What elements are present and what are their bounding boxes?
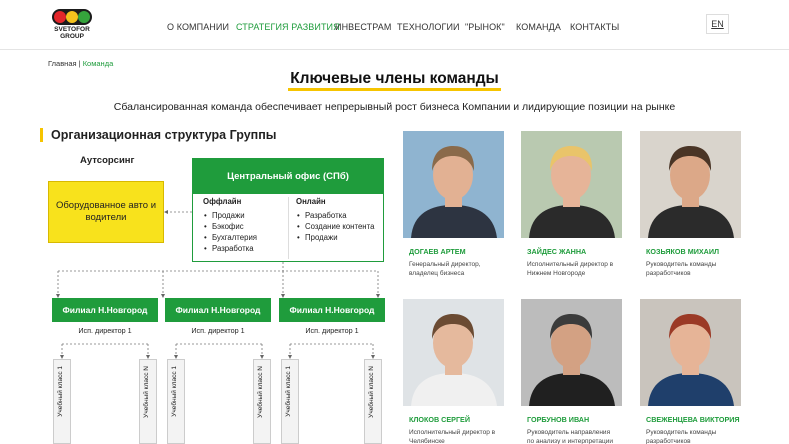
branch-director: Исп. директор 1: [305, 326, 359, 335]
header: SVETOFOR GROUP О КОМПАНИИ СТРАТЕГИЯ РАЗВ…: [0, 0, 789, 50]
central-office-title: Центральный офис (СПб): [193, 159, 383, 194]
column-divider: [288, 197, 289, 259]
branch-box: Филиал Н.Новгород: [52, 298, 158, 322]
team-member-role: Руководитель направления по анализу и ин…: [527, 429, 613, 444]
nav-team[interactable]: КОМАНДА: [516, 22, 561, 32]
class-box: Учебный класс 1: [53, 359, 71, 444]
team-member-photo[interactable]: [640, 299, 741, 406]
outsourcing-box-text: Оборудованное авто и водители: [55, 200, 157, 223]
team-member-name: СВЕЖЕНЦЕВА ВИКТОРИЯ: [646, 415, 740, 424]
team-member-name: ДОГАЕВ АРТЕМ: [409, 247, 466, 256]
offline-item: Бэкофис: [203, 221, 257, 232]
offline-item: Бухгалтерия: [203, 232, 257, 243]
team-member-photo[interactable]: [521, 299, 622, 406]
logo-text-line2: GROUP: [60, 33, 84, 40]
outsourcing-label: Аутсорсинг: [80, 155, 135, 166]
nav-contacts[interactable]: КОНТАКТЫ: [570, 22, 619, 32]
branch-director: Исп. директор 1: [191, 326, 245, 335]
nav-market[interactable]: "РЫНОК": [465, 22, 505, 32]
nav-strategy[interactable]: СТРАТЕГИЯ РАЗВИТИЯ: [236, 22, 340, 32]
team-member-card[interactable]: КЛОКОВ СЕРГЕЙ Исполнительный директор в Ч…: [403, 299, 504, 444]
breadcrumb-current: Команда: [82, 59, 114, 68]
team-member-role: Руководитель команды разработчиков: [646, 429, 717, 444]
nav-investors[interactable]: ИНВЕСТРАМ: [335, 22, 391, 32]
offline-column: Оффлайн Продажи Бэкофис Бухгалтерия Разр…: [203, 197, 257, 254]
branch-director: Исп. директор 1: [78, 326, 132, 335]
online-item: Создание контента: [296, 221, 378, 232]
central-office-box: Центральный офис (СПб) Оффлайн Продажи Б…: [192, 158, 384, 262]
offline-item: Разработка: [203, 243, 257, 254]
class-box: Учебный класс N: [139, 359, 157, 444]
online-column: Онлайн Разработка Создание контента Прод…: [296, 197, 378, 243]
team-member-role: Генеральный директор, владелец бизнеса: [409, 261, 481, 277]
class-box: Учебный класс 1: [167, 359, 185, 444]
team-member-card[interactable]: ЗАЙДЕС ЖАННА Исполнительный директор в Ни…: [521, 131, 622, 289]
team-member-role: Руководитель команды разработчиков: [646, 261, 717, 277]
branch-box: Филиал Н.Новгород: [165, 298, 271, 322]
outsourcing-box: Оборудованное авто и водители: [48, 181, 164, 243]
team-member-role: Исполнительный директор в Челябинске: [409, 429, 496, 444]
breadcrumb-separator: |: [78, 59, 81, 68]
online-item: Разработка: [296, 210, 378, 221]
team-member-card[interactable]: ДОГАЕВ АРТЕМ Генеральный директор, владел…: [403, 131, 504, 289]
traffic-light-icon: [52, 9, 92, 25]
offline-title: Оффлайн: [203, 197, 242, 206]
page-subtitle: Сбалансированная команда обеспечивает не…: [113, 101, 676, 113]
org-structure-title: Организационная структура Группы: [40, 128, 276, 142]
svetofor-logo[interactable]: SVETOFOR GROUP: [48, 9, 94, 45]
team-member-card[interactable]: СВЕЖЕНЦЕВА ВИКТОРИЯ Руководитель команды …: [640, 299, 741, 444]
team-member-name: ГОРБУНОВ ИВАН: [527, 415, 590, 424]
team-member-card[interactable]: ГОРБУНОВ ИВАН Руководитель направления по…: [521, 299, 622, 444]
team-member-photo[interactable]: [521, 131, 622, 238]
team-member-card[interactable]: КОЗЬЯКОВ МИХАИЛ Руководитель команды разр…: [640, 131, 741, 289]
team-member-photo[interactable]: [403, 131, 504, 238]
team-member-name: КОЗЬЯКОВ МИХАИЛ: [646, 247, 720, 256]
nav-technologies[interactable]: ТЕХНОЛОГИИ: [397, 22, 460, 32]
team-member-role: Исполнительный директор в Нижнем Новгоро…: [527, 261, 614, 277]
logo-text-line1: SVETOFOR: [54, 26, 90, 33]
nav-about[interactable]: О КОМПАНИИ: [167, 22, 229, 32]
language-switch-button[interactable]: EN: [706, 14, 729, 34]
class-box: Учебный класс 1: [281, 359, 299, 444]
page-title-wrap: Ключевые члены команды: [0, 70, 789, 91]
online-title: Онлайн: [296, 197, 326, 206]
page-title: Ключевые члены команды: [288, 70, 501, 91]
breadcrumb-home-link[interactable]: Главная: [48, 59, 77, 68]
offline-item: Продажи: [203, 210, 257, 221]
class-box: Учебный класс N: [253, 359, 271, 444]
team-member-photo[interactable]: [403, 299, 504, 406]
branch-box: Филиал Н.Новгород: [279, 298, 385, 322]
breadcrumb: Главная | Команда: [48, 59, 113, 68]
team-member-name: ЗАЙДЕС ЖАННА: [527, 247, 587, 256]
team-member-photo[interactable]: [640, 131, 741, 238]
team-member-name: КЛОКОВ СЕРГЕЙ: [409, 415, 470, 424]
online-item: Продажи: [296, 232, 378, 243]
class-box: Учебный класс N: [364, 359, 382, 444]
